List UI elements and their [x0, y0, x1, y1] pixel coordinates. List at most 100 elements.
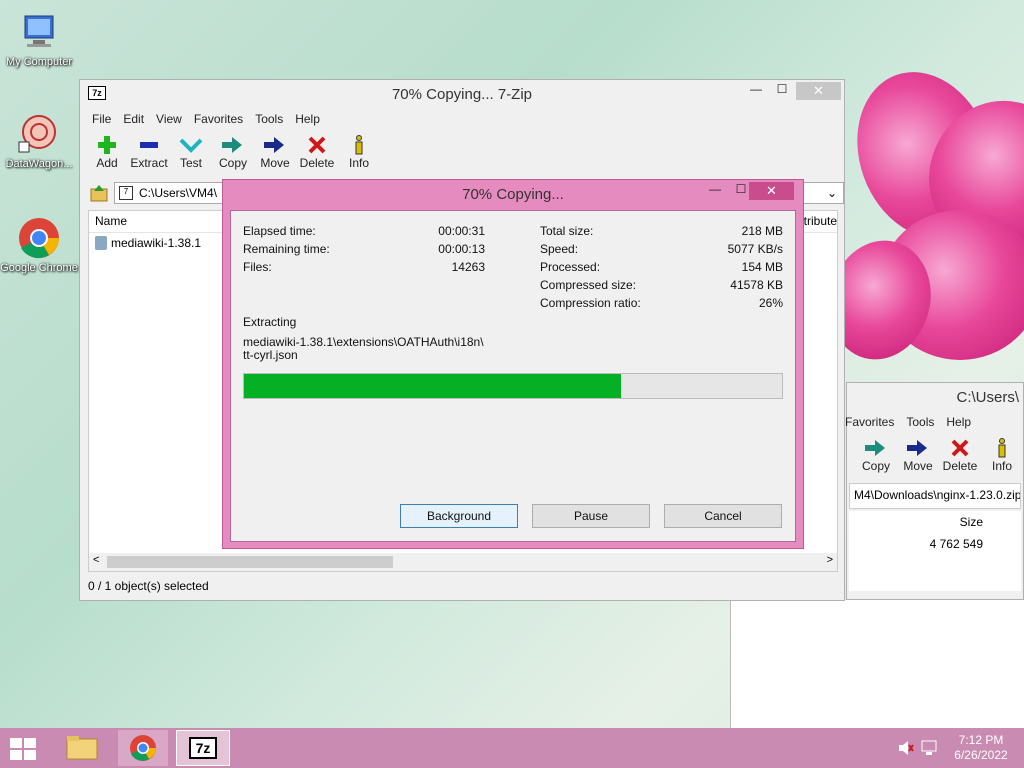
extract-button[interactable]: Extract — [128, 130, 170, 180]
desktop-icon-datawagon[interactable]: DataWagon... — [0, 112, 78, 170]
minus-icon — [128, 134, 170, 156]
menu-view[interactable]: View — [156, 112, 182, 126]
info-button[interactable]: Info — [981, 433, 1023, 483]
menu-favorites[interactable]: Favorites — [845, 415, 894, 429]
desktop-icon-label: My Computer — [5, 56, 73, 68]
chevron-down-icon[interactable]: ⌄ — [827, 186, 837, 200]
back-file-list[interactable]: Size 4 762 549 — [849, 511, 1021, 591]
start-windows-icon[interactable] — [10, 738, 38, 760]
network-icon[interactable] — [920, 739, 938, 760]
menu-favorites[interactable]: Favorites — [194, 112, 243, 126]
speed-label: Speed: — [540, 242, 579, 256]
chrome-icon — [130, 735, 156, 761]
current-file-line2: tt-cyrl.json — [243, 348, 298, 362]
archive-icon: 7 — [119, 186, 133, 200]
dialog-minimize-button[interactable]: — — [701, 182, 729, 202]
delete-button[interactable]: Delete — [296, 130, 338, 180]
move-arrow-icon — [254, 134, 296, 156]
compression-ratio-value: 26% — [758, 296, 783, 310]
speed-value: 5077 KB/s — [727, 242, 783, 256]
menu-tools[interactable]: Tools — [906, 415, 934, 429]
elapsed-value: 00:00:31 — [438, 224, 485, 238]
copy-arrow-icon — [855, 437, 897, 459]
folder-icon — [66, 736, 98, 760]
info-icon — [338, 134, 380, 156]
minimize-button[interactable]: — — [742, 82, 770, 102]
compressed-size-label: Compressed size: — [540, 278, 637, 292]
elapsed-label: Elapsed time: — [243, 224, 316, 238]
menu-help[interactable]: Help — [946, 415, 971, 429]
remaining-value: 00:00:13 — [438, 242, 485, 256]
scroll-left-icon[interactable]: < — [93, 554, 99, 566]
maximize-button[interactable]: ☐ — [768, 82, 796, 102]
clock-time: 7:12 PM — [958, 733, 1004, 747]
datawagon-icon — [17, 112, 61, 156]
progress-fill — [244, 374, 621, 398]
copy-arrow-icon — [212, 134, 254, 156]
status-bar: 0 / 1 object(s) selected — [88, 579, 209, 593]
current-file-line1: mediawiki-1.38.1\extensions\OATHAuth\i18… — [243, 335, 484, 349]
close-button[interactable]: ✕ — [796, 82, 841, 100]
menu-tools[interactable]: Tools — [255, 112, 283, 126]
horizontal-scrollbar[interactable]: < > — [89, 553, 837, 571]
clock-date: 6/26/2022 — [954, 748, 1008, 762]
operation-label: Extracting — [243, 315, 297, 329]
desktop-icon-label: Google Chrome — [0, 262, 78, 274]
check-icon — [170, 134, 212, 156]
volume-muted-icon[interactable] — [898, 740, 914, 759]
back-7zip-window[interactable]: C:\Users\ Favorites Tools Help Copy Move… — [845, 382, 1024, 600]
desktop-icon-my-computer[interactable]: My Computer — [0, 10, 78, 68]
column-size[interactable]: Size — [960, 515, 983, 529]
scrollbar-thumb[interactable] — [107, 556, 393, 568]
column-attributes[interactable]: ttribute — [800, 214, 837, 228]
computer-icon — [17, 10, 61, 54]
menu-bar: File Edit View Favorites Tools Help — [80, 108, 844, 130]
processed-label: Processed: — [540, 260, 601, 274]
copy-button[interactable]: Copy — [212, 130, 254, 180]
size-cell: 4 762 549 — [929, 537, 983, 551]
delete-x-icon — [939, 437, 981, 459]
move-arrow-icon — [897, 437, 939, 459]
info-icon — [981, 437, 1023, 459]
copy-button[interactable]: Copy — [855, 433, 897, 483]
menu-help[interactable]: Help — [295, 112, 320, 126]
wallpaper-flower — [820, 60, 1024, 390]
test-button[interactable]: Test — [170, 130, 212, 180]
menu-file[interactable]: File — [92, 112, 111, 126]
back-window-title: C:\Users\ — [956, 389, 1019, 406]
progress-bar — [243, 373, 783, 399]
dialog-close-button[interactable]: ✕ — [749, 182, 794, 200]
delete-x-icon — [296, 134, 338, 156]
files-label: Files: — [243, 260, 272, 274]
clock[interactable]: 7:12 PM 6/26/2022 — [946, 733, 1016, 763]
compression-ratio-label: Compression ratio: — [540, 296, 641, 310]
background-button[interactable]: Background — [400, 504, 518, 528]
remaining-label: Remaining time: — [243, 242, 330, 256]
cancel-button[interactable]: Cancel — [664, 504, 782, 528]
scroll-right-icon[interactable]: > — [827, 554, 833, 566]
delete-button[interactable]: Delete — [939, 433, 981, 483]
file-explorer-taskbar-button[interactable] — [60, 730, 104, 766]
progress-dialog[interactable]: 70% Copying... — ☐ ✕ Elapsed time: Remai… — [222, 179, 804, 549]
processed-value: 154 MB — [741, 260, 783, 274]
files-value: 14263 — [451, 260, 485, 274]
move-button[interactable]: Move — [254, 130, 296, 180]
info-button[interactable]: Info — [338, 130, 380, 180]
up-folder-icon[interactable] — [90, 184, 108, 202]
folder-icon — [95, 236, 107, 250]
pause-button[interactable]: Pause — [532, 504, 650, 528]
add-button[interactable]: Add — [86, 130, 128, 180]
column-name[interactable]: Name — [95, 214, 127, 228]
dialog-body: Elapsed time: Remaining time: Files: 00:… — [230, 210, 796, 542]
menu-edit[interactable]: Edit — [123, 112, 144, 126]
back-window-lower — [730, 600, 1024, 728]
total-size-label: Total size: — [540, 224, 594, 238]
taskbar: 7z 7:12 PM 6/26/2022 — [0, 728, 1024, 768]
desktop-icon-label: DataWagon... — [5, 158, 73, 170]
chrome-taskbar-button[interactable] — [118, 730, 168, 766]
7zip-taskbar-button[interactable]: 7z — [176, 730, 230, 766]
compressed-size-value: 41578 KB — [730, 278, 783, 292]
move-button[interactable]: Move — [897, 433, 939, 483]
back-path-field[interactable]: M4\Downloads\nginx-1.23.0.zip\ — [849, 483, 1021, 509]
desktop-icon-chrome[interactable]: Google Chrome — [0, 216, 78, 274]
